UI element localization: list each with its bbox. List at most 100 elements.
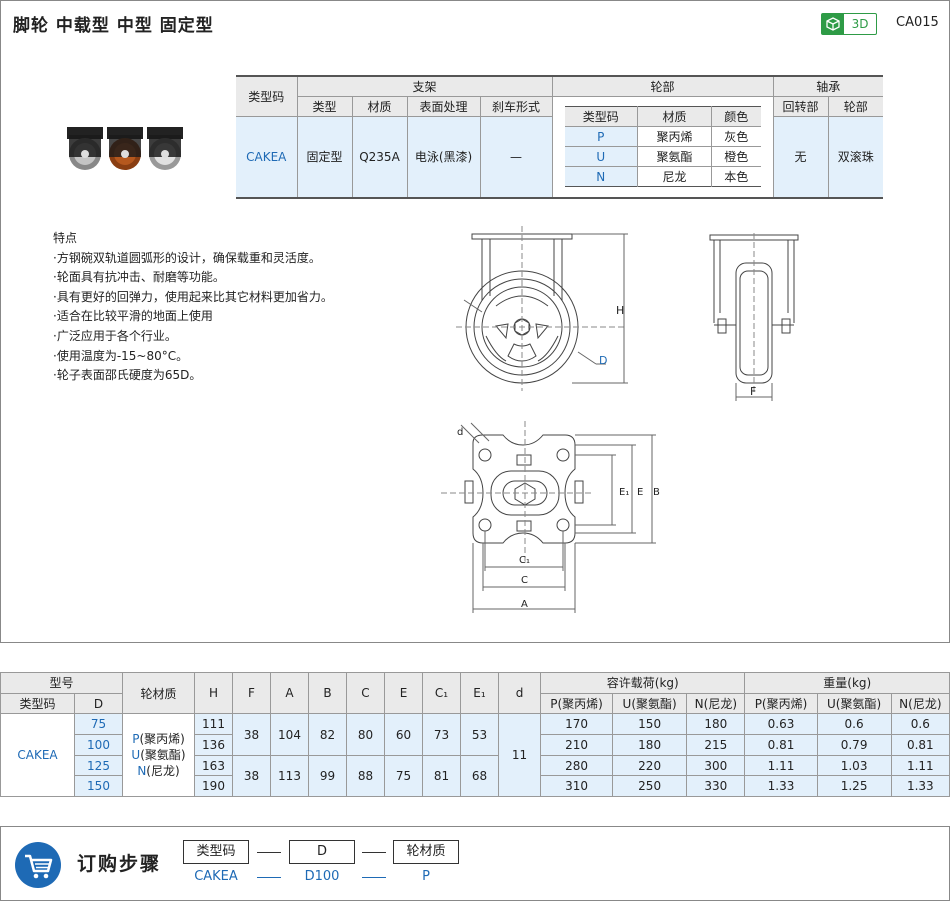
wheel-code-n: N <box>564 166 638 187</box>
wheel-color-n: 本色 <box>724 170 749 185</box>
td-load-u: 220 <box>612 754 688 777</box>
order-title: 订购步骤 <box>77 853 162 875</box>
feature-item: ·轮面具有抗冲击、耐磨等功能。 <box>53 270 225 285</box>
3d-button[interactable]: 3D <box>821 13 877 35</box>
wheel-code-u: U <box>564 146 638 167</box>
caster-grey-2 <box>147 127 183 170</box>
spec-table: 类型码 支架 轮部 轴承 类型 材质 表面处理 刹车形式 类型码 材质 颜色 P <box>236 75 883 199</box>
mat-code-n: N <box>137 764 147 779</box>
td-weight-p: 1.11 <box>744 754 818 777</box>
th-H: H <box>194 671 233 715</box>
td-load-u: 180 <box>612 734 688 756</box>
td-weight-n: 1.33 <box>890 775 950 798</box>
spec-typecode: CAKEA <box>236 116 298 198</box>
th-wheelmat: 轮材质 <box>122 671 195 715</box>
wheel-mat-p: 聚丙烯 <box>637 126 712 147</box>
th-typecode: 类型码 <box>0 692 75 715</box>
order-box-d: D <box>289 840 355 864</box>
td-d: 11 <box>498 713 541 798</box>
td-weight-u: 0.79 <box>816 734 892 756</box>
th-D: D <box>74 692 123 715</box>
td-weight-u: 1.03 <box>816 754 892 777</box>
caster-grey-1 <box>67 127 103 170</box>
features-title: 特点 <box>53 231 78 245</box>
td-D: 125 <box>74 754 123 777</box>
mat-name-n: (尼龙) <box>146 764 180 779</box>
top-view-drawing: E₁ E B C₁ C A d <box>441 421 660 613</box>
td-weight-p: 1.33 <box>744 775 818 798</box>
order-value-connector <box>257 877 281 878</box>
dim-E: E <box>637 487 643 498</box>
dim-C: C <box>521 575 528 586</box>
mat-code-u: U <box>131 748 141 763</box>
caster-orange <box>107 127 143 170</box>
td-wheelmat: P(聚丙烯) U(聚氨酯) N(尼龙) <box>122 713 195 798</box>
spec-brake: — <box>480 116 553 198</box>
td-load-p: 210 <box>539 734 614 756</box>
feature-item: ·轮子表面邵氏硬度为65D。 <box>53 368 202 383</box>
th-load-p: P(聚丙烯) <box>539 692 614 715</box>
feature-item: ·方钢碗双轨道圆弧形的设计，确保载重和灵活度。 <box>53 250 321 265</box>
spec-type: 固定型 <box>297 116 353 198</box>
td-weight-n: 1.11 <box>890 754 950 777</box>
cart-icon <box>15 842 61 888</box>
td-H: 111 <box>194 713 233 736</box>
td-B: 82 <box>308 713 347 756</box>
th-E: E <box>384 671 423 715</box>
spec-h-wheelpart: 轮部 <box>828 96 883 116</box>
td-E1: 53 <box>460 713 499 756</box>
td-weight-u: 0.6 <box>816 713 892 736</box>
td-D: 75 <box>74 713 123 736</box>
order-steps: 订购步骤 类型码 D 轮材质 CAKEA D100 P <box>0 826 950 901</box>
order-value-connector <box>362 877 386 878</box>
td-C: 80 <box>346 713 385 756</box>
td-E1: 68 <box>460 754 499 798</box>
feature-item: ·广泛应用于各个行业。 <box>53 328 177 343</box>
feature-item: ·适合在比较平滑的地面上使用 <box>53 309 213 324</box>
spec-h-bearing: 轴承 <box>773 76 883 97</box>
dim-A: A <box>521 599 528 610</box>
td-H: 190 <box>194 775 233 798</box>
th-weight-n: N(尼龙) <box>890 692 950 715</box>
td-load-n: 330 <box>686 775 746 798</box>
spec-material: Q235A <box>352 116 408 198</box>
product-code: CA015 <box>896 15 939 30</box>
front-view-drawing: H D <box>456 226 628 391</box>
td-F: 38 <box>232 754 271 798</box>
side-view-drawing: F <box>709 233 799 401</box>
order-box-wheelmat: 轮材质 <box>393 840 459 864</box>
wheel-mat-n: 尼龙 <box>637 166 712 187</box>
th-B: B <box>308 671 347 715</box>
td-H: 163 <box>194 754 233 777</box>
td-F: 38 <box>232 713 271 756</box>
mat-name-p: (聚丙烯) <box>139 732 185 747</box>
wheel-subtable: 类型码 材质 颜色 P 聚丙烯 灰色 U 聚氨酯 橙色 N 尼龙 本色 <box>564 106 761 188</box>
dim-E1: E₁ <box>619 487 629 498</box>
td-A: 113 <box>270 754 309 798</box>
dim-B: B <box>653 487 660 498</box>
td-load-n: 180 <box>686 713 746 736</box>
td-weight-n: 0.6 <box>890 713 950 736</box>
features-list: 特点 ·方钢碗双轨道圆弧形的设计，确保载重和灵活度。 ·轮面具有抗冲击、耐磨等功… <box>53 229 333 386</box>
td-weight-p: 0.81 <box>744 734 818 756</box>
th-A: A <box>270 671 309 715</box>
order-value-d: D100 <box>304 869 340 884</box>
wheel-h-material: 材质 <box>637 106 712 127</box>
order-connector <box>362 852 386 853</box>
th-weight: 重量(kg) <box>744 672 950 694</box>
td-typecode: CAKEA <box>0 713 75 798</box>
td-weight-u: 1.25 <box>816 775 892 798</box>
th-F: F <box>232 671 271 715</box>
th-C1: C₁ <box>422 671 461 715</box>
spec-h-swivel: 回转部 <box>773 96 829 116</box>
dim-d: d <box>457 427 463 438</box>
td-weight-p: 0.63 <box>744 713 818 736</box>
spec-h-typecode: 类型码 <box>236 76 298 116</box>
td-load-u: 150 <box>612 713 688 736</box>
3d-label: 3D <box>851 17 869 31</box>
order-value-typecode: CAKEA <box>194 869 238 884</box>
order-value-wheelmat: P <box>422 869 430 884</box>
td-A: 104 <box>270 713 309 756</box>
td-load-p: 280 <box>539 754 614 777</box>
td-load-p: 170 <box>539 713 614 736</box>
